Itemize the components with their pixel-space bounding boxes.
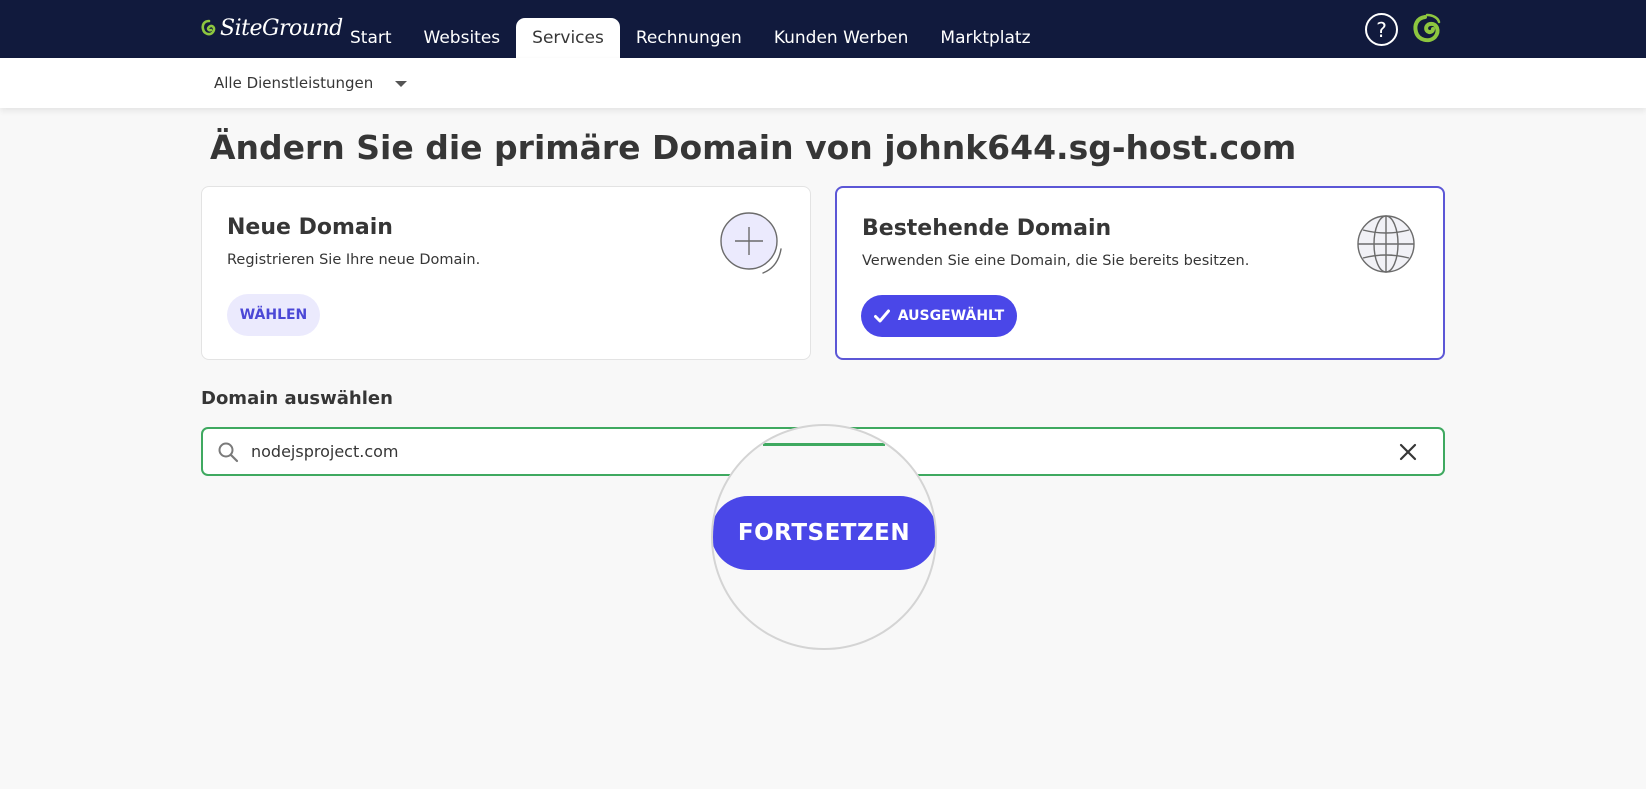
nav-marktplatz[interactable]: Marktplatz (924, 18, 1046, 58)
existing-domain-title: Bestehende Domain (862, 216, 1112, 241)
logo-text: SiteGround (220, 16, 343, 41)
magnified-input-border (763, 443, 885, 446)
choose-button[interactable]: WÄHLEN (227, 294, 320, 336)
nav-kunden-werben[interactable]: Kunden Werben (758, 18, 925, 58)
existing-domain-description: Verwenden Sie eine Domain, die Sie berei… (862, 253, 1250, 269)
domain-search-value[interactable]: nodejsproject.com (251, 429, 399, 474)
new-domain-description: Registrieren Sie Ihre neue Domain. (227, 252, 481, 268)
page-title: Ändern Sie die primäre Domain von johnk6… (210, 128, 1297, 167)
nav-start[interactable]: Start (334, 18, 408, 58)
nav-services[interactable]: Services (516, 18, 620, 58)
nav-rechnungen[interactable]: Rechnungen (620, 18, 758, 58)
continue-button[interactable]: FORTSETZEN (713, 496, 935, 570)
selected-button-label: AUSGEWÄHLT (897, 308, 1005, 324)
domain-select-label: Domain auswählen (201, 388, 393, 409)
top-navigation-bar: SiteGround Start Websites Services Rechn… (0, 0, 1646, 58)
existing-domain-card[interactable]: Bestehende Domain Verwenden Sie eine Dom… (835, 186, 1445, 360)
main-nav: Start Websites Services Rechnungen Kunde… (334, 18, 1047, 58)
clear-icon[interactable] (1398, 442, 1418, 466)
services-filter-label: Alle Dienstleistungen (214, 74, 374, 92)
services-filter-dropdown[interactable]: Alle Dienstleistungen (214, 58, 408, 108)
plus-circle-icon (719, 211, 787, 283)
sub-navigation-bar: Alle Dienstleistungen (0, 58, 1646, 108)
selected-button[interactable]: AUSGEWÄHLT (861, 295, 1017, 337)
siteground-swirl-icon[interactable] (1411, 13, 1443, 51)
globe-icon (1356, 214, 1416, 278)
new-domain-card[interactable]: Neue Domain Registrieren Sie Ihre neue D… (201, 186, 811, 360)
nav-websites[interactable]: Websites (408, 18, 517, 58)
caret-down-icon (395, 81, 408, 87)
help-icon[interactable]: ? (1365, 13, 1398, 46)
new-domain-title: Neue Domain (227, 215, 393, 240)
zoom-magnifier: FORTSETZEN (711, 424, 937, 650)
check-icon (873, 309, 890, 323)
siteground-logo[interactable]: SiteGround (201, 16, 343, 41)
search-icon (217, 441, 239, 467)
siteground-logo-icon (201, 19, 216, 35)
